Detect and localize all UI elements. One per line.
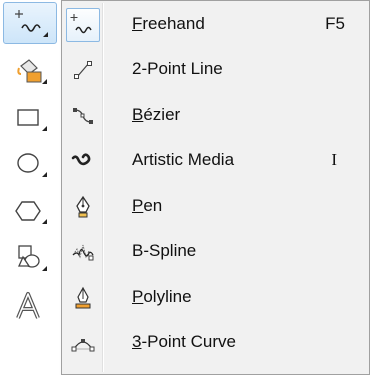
smart-fill-tool[interactable] [5,52,55,90]
menu-item-label: Artistic Media [132,150,235,169]
menu-item-bezier[interactable]: Bézier [64,97,367,135]
menu-item-label: B-Spline [132,241,197,260]
menu-item-b-spline[interactable]: B-Spline [64,233,367,271]
menu-item-artistic-media[interactable]: Artistic Media I [64,142,367,180]
basic-shapes-tool[interactable] [5,239,55,277]
flyout-arrow-icon [42,172,47,177]
menu-item-pen[interactable]: Pen [64,188,367,226]
toolbox [0,0,60,375]
menu-item-label: Pen [132,196,163,215]
menu-item-label: 2-Point Line [132,59,223,78]
text-tool[interactable] [5,288,55,326]
freehand-icon [66,8,100,42]
menu-item-label: Bézier [132,105,181,124]
freehand-tool[interactable] [3,2,57,44]
freehand-icon [15,10,41,32]
freehand-flyout-menu: Freehand F5 2-Point Line Bézier Artistic… [61,0,370,375]
text-a-icon [16,292,40,319]
flyout-arrow-icon [42,266,47,271]
flyout-arrow-icon [42,219,47,224]
menu-item-label: Freehand [132,14,205,33]
polygon-tool[interactable] [5,192,55,230]
menu-item-2-point-line[interactable]: 2-Point Line [64,51,367,89]
artistic-media-icon [66,144,100,178]
menu-item-freehand[interactable]: Freehand F5 [64,6,367,44]
menu-item-3-point-curve[interactable]: 3-Point Curve [64,324,367,362]
menu-item-shortcut: I [331,150,337,169]
b-spline-icon [66,235,100,269]
menu-item-label: 3-Point Curve [132,332,236,351]
ellipse-tool[interactable] [5,145,55,183]
menu-item-shortcut: F5 [325,14,345,33]
polyline-icon [66,281,100,315]
flyout-arrow-icon [43,32,48,37]
bezier-icon [66,99,100,133]
three-point-curve-icon [66,326,100,360]
flyout-arrow-icon [42,126,47,131]
rectangle-tool[interactable] [5,99,55,137]
menu-item-polyline[interactable]: Polyline [64,279,367,317]
two-point-line-icon [66,53,100,87]
menu-item-label: Polyline [132,287,192,306]
pen-icon [66,190,100,224]
flyout-arrow-icon [42,79,47,84]
